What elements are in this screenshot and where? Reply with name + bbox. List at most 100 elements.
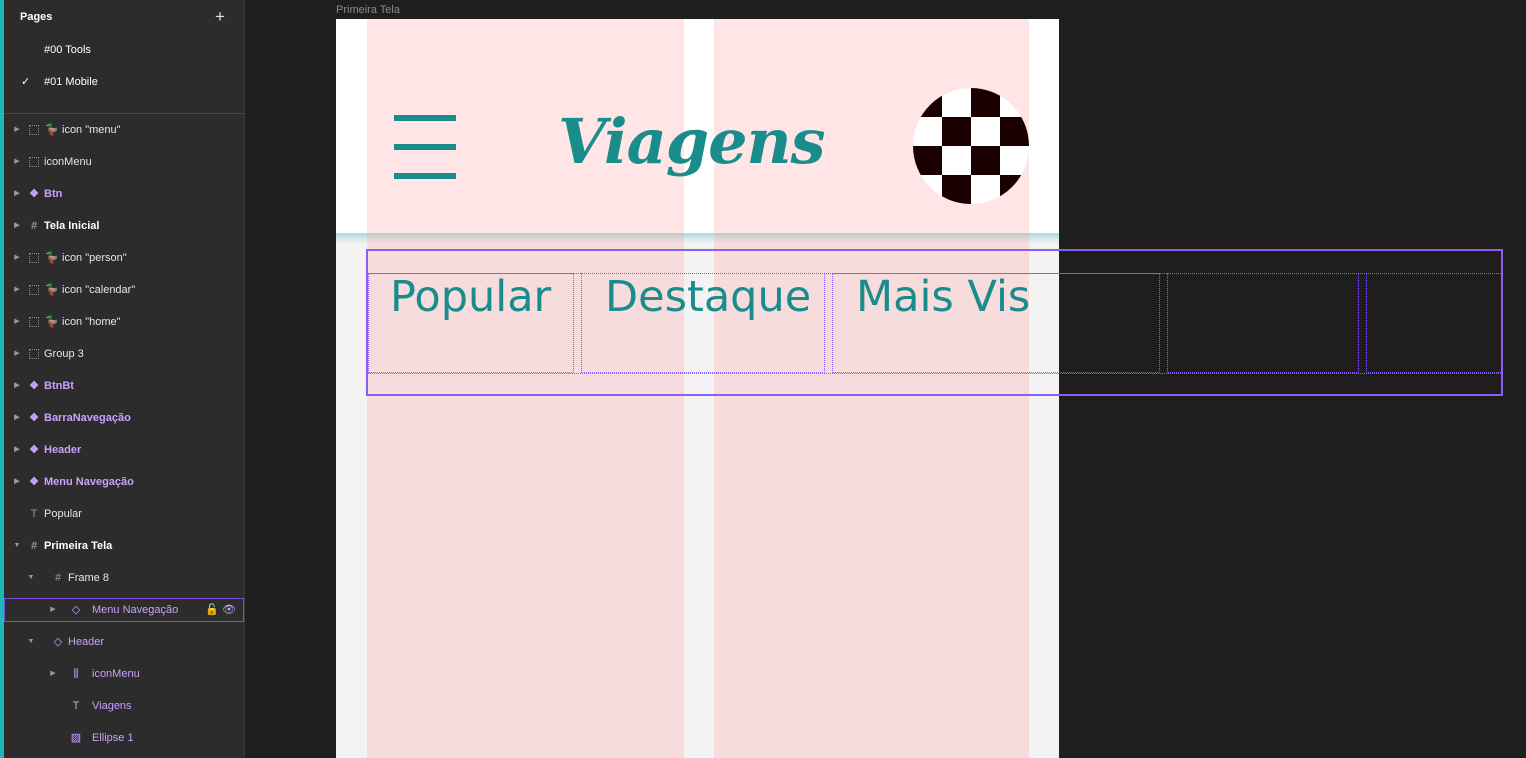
text-icon: T [72,700,80,712]
caret-right-icon[interactable]: ▶ [12,470,22,494]
layer-name: icon "home" [62,316,121,328]
caret-right-icon[interactable]: ▶ [12,310,22,334]
layer-name: icon "person" [62,252,127,264]
sidebar-divider [4,113,244,114]
layer-name: BtnBt [44,380,74,392]
caret-right-icon[interactable]: ▶ [12,214,22,238]
dotted-frame-icon [26,346,42,362]
frame-icon: # [30,540,38,552]
caret-down-icon[interactable]: ▼ [26,566,36,590]
layer-row[interactable]: ▼ # Frame 8 [4,566,244,590]
layer-name: Header [68,636,105,648]
dotted-frame-icon [26,282,42,298]
component-icon: ❖ [29,188,39,200]
tab-mais-vis[interactable]: Mais Vis [856,276,1030,319]
caret-right-icon[interactable]: ▶ [12,374,22,398]
avatar[interactable] [913,88,1029,204]
layer-row[interactable]: ▶ ❖ Header [4,438,244,462]
layer-name: Primeira Tela [44,540,113,552]
tab-popular[interactable]: Popular [390,276,551,319]
primeira-tela-frame[interactable]: Viagens [336,19,1059,758]
caret-right-icon[interactable]: ▶ [48,662,58,686]
layer-row[interactable]: ▶ ❖ BtnBt [4,374,244,398]
page-item-mobile[interactable]: ✓ #01 Mobile [4,70,244,94]
layer-row[interactable]: T Popular [4,502,244,526]
caret-right-icon[interactable]: ▶ [12,150,22,174]
guide-line [368,373,1503,374]
instance-icon: ◇ [53,636,63,648]
layer-row[interactable]: ▶ # Tela Inicial [4,214,244,238]
caret-right-icon[interactable]: ▶ [12,182,22,206]
layer-row[interactable]: ▶ ❖ BarraNavegação [4,406,244,430]
page-item-tools[interactable]: #00 Tools [4,38,244,62]
add-page-icon[interactable]: + [212,8,228,25]
caret-down-icon[interactable]: ▼ [12,534,22,558]
layer-row[interactable]: ▶ 🦆 icon "menu" [4,118,244,142]
caret-right-icon[interactable]: ▶ [12,342,22,366]
dotted-frame-icon [26,314,42,330]
layer-row[interactable]: ▶ ❖ Btn [4,182,244,206]
frame-icon: # [30,220,38,232]
tab-slot[interactable] [1167,273,1359,373]
layer-row[interactable]: ▼ ◇ Header [4,630,244,654]
layer-row[interactable]: ▶ ◇ Menu Navegação 🔓 👁 [4,598,244,622]
layer-row[interactable]: ▶ iconMenu [4,150,244,174]
layer-row[interactable]: ▶ ⫼ iconMenu [4,662,244,686]
page-item-label: #01 Mobile [44,76,98,88]
layer-row[interactable]: ▨ Ellipse 1 [4,726,244,750]
caret-right-icon[interactable]: ▶ [12,278,22,302]
component-icon: ❖ [29,412,39,424]
layer-name: icon "menu" [62,124,121,136]
layer-row[interactable]: ▶ Group 3 [4,342,244,366]
layer-name: Menu Navegação [44,476,134,488]
checker-square [942,117,971,146]
component-icon: ❖ [29,444,39,456]
layer-name: Popular [44,508,82,520]
logo-text: Viagens [558,105,826,178]
layer-actions[interactable]: 🔓 👁 [205,598,236,622]
layer-row[interactable]: ▶ 🦆 icon "home" [4,310,244,334]
layers-sidebar: Pages + #00 Tools ✓ #01 Mobile ▶ 🦆 icon "m… [4,0,245,758]
unlock-icon[interactable]: 🔓 [205,604,219,616]
duck-emoji-icon: 🦆 [45,252,59,264]
checker-square [971,146,1000,175]
caret-right-icon[interactable]: ▶ [12,438,22,462]
layer-name: Frame 8 [68,572,109,584]
layer-name: Ellipse 1 [92,732,134,744]
layer-name: icon "calendar" [62,284,136,296]
layer-row[interactable]: T Viagens [4,694,244,718]
duck-emoji-icon: 🦆 [45,124,59,136]
check-icon: ✓ [21,76,31,88]
page-item-label: #00 Tools [44,44,91,56]
tab-destaque[interactable]: Destaque [605,276,811,319]
duck-emoji-icon: 🦆 [45,316,59,328]
layer-name: Header [44,444,82,456]
instance-icon: ◇ [71,604,81,616]
image-icon: ▨ [70,732,82,744]
caret-down-icon[interactable]: ▼ [26,630,36,654]
layer-name: BarraNavegação [44,412,131,424]
eye-icon[interactable]: 👁 [222,604,236,616]
layer-name: Menu Navegação [92,604,179,616]
layer-row[interactable]: ▼ # Primeira Tela [4,534,244,558]
frame-label[interactable]: Primeira Tela [336,4,400,16]
caret-right-icon[interactable]: ▶ [12,118,22,142]
layer-name: Group 3 [44,348,84,360]
tab-slot[interactable] [1366,273,1503,373]
frame-icon: # [54,572,62,584]
layer-name: iconMenu [92,668,140,680]
menu-icon[interactable] [394,115,456,179]
dotted-frame-icon [26,250,42,266]
layer-row[interactable]: ▶ 🦆 icon "calendar" [4,278,244,302]
caret-right-icon[interactable]: ▶ [12,406,22,430]
text-icon: T [30,508,38,520]
checker-placeholder-icon [913,88,1029,204]
layer-row[interactable]: ▶ 🦆 icon "person" [4,246,244,270]
layer-name: Tela Inicial [44,220,100,232]
caret-right-icon[interactable]: ▶ [48,598,58,622]
caret-right-icon[interactable]: ▶ [12,246,22,270]
layer-row[interactable]: ▶ ❖ Menu Navegação [4,470,244,494]
component-icon: ❖ [29,380,39,392]
dotted-frame-icon [26,122,42,138]
layer-name: Viagens [92,700,132,712]
